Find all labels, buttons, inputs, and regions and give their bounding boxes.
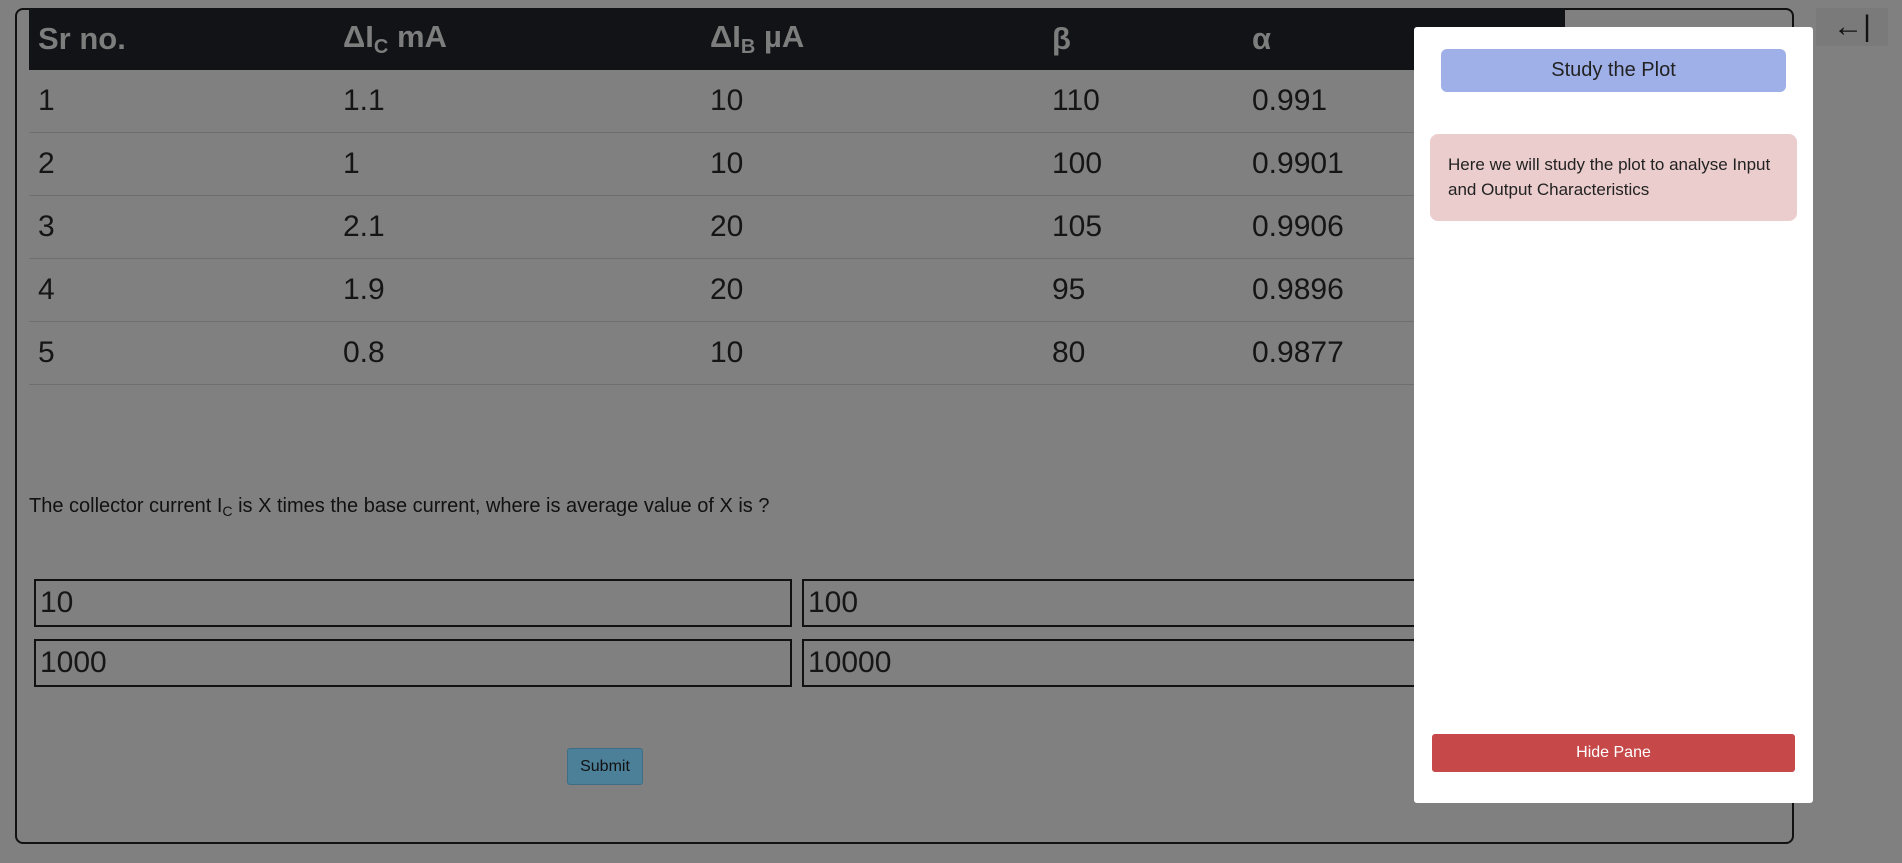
cell-ib: 20	[701, 258, 1043, 322]
cell-sr: 1	[29, 70, 334, 133]
pane-note: Here we will study the plot to analyse I…	[1430, 134, 1797, 221]
header-beta: β	[1052, 21, 1071, 56]
cell-ic: 0.8	[334, 321, 701, 385]
table-row: 2 1 10 100 0.9901	[29, 132, 1565, 196]
cell-beta: 80	[1043, 321, 1243, 385]
cell-beta: 95	[1043, 258, 1243, 322]
cell-ib: 10	[701, 70, 1043, 133]
question-text: The collector current IC is X times the …	[29, 495, 770, 519]
header-delta-ic: ΔIC mA	[343, 19, 447, 58]
cell-sr: 5	[29, 321, 334, 385]
table-row: 4 1.9 20 95 0.9896	[29, 258, 1565, 322]
pane-title: Study the Plot	[1441, 49, 1786, 92]
cell-sr: 2	[29, 132, 334, 196]
submit-button[interactable]: Submit	[567, 748, 643, 785]
cell-ic: 1	[334, 132, 701, 196]
table-row: 5 0.8 10 80 0.9877	[29, 321, 1565, 385]
header-delta-ib: ΔIB µA	[710, 19, 805, 58]
cell-ic: 2.1	[334, 195, 701, 259]
cell-sr: 4	[29, 258, 334, 322]
cell-sr: 3	[29, 195, 334, 259]
header-sr-no: Sr no.	[38, 21, 126, 56]
side-pane: Study the Plot Here we will study the pl…	[1414, 27, 1813, 803]
cell-beta: 105	[1043, 195, 1243, 259]
cell-ic: 1.9	[334, 258, 701, 322]
cell-ib: 10	[701, 132, 1043, 196]
table-row: 3 2.1 20 105 0.9906	[29, 195, 1565, 259]
table-header-row: Sr no. ΔIC mA ΔIB µA β α	[29, 8, 1565, 70]
cell-ib: 10	[701, 321, 1043, 385]
table-row: 1 1.1 10 110 0.991	[29, 70, 1565, 133]
hide-pane-button[interactable]: Hide Pane	[1432, 734, 1795, 772]
cell-beta: 100	[1043, 132, 1243, 196]
cell-ic: 1.1	[334, 70, 701, 133]
option-1[interactable]: 10	[34, 579, 792, 627]
cell-ib: 20	[701, 195, 1043, 259]
option-3[interactable]: 1000	[34, 639, 792, 687]
collapse-pane-icon[interactable]: ←|	[1816, 8, 1888, 46]
observation-table: Sr no. ΔIC mA ΔIB µA β α 1 1.1 10 110 0.…	[29, 8, 1565, 385]
cell-beta: 110	[1043, 70, 1243, 133]
